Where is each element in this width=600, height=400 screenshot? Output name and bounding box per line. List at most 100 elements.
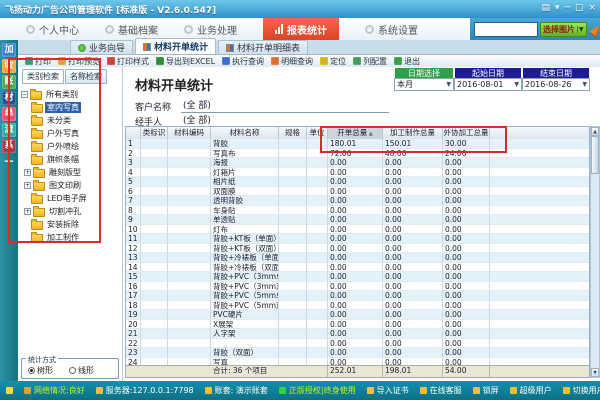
toolbar-button[interactable]: 打印预览	[58, 56, 100, 67]
table-row[interactable]: 13背胶+冷裱板（单面）0.000.000.00	[126, 253, 589, 263]
radio-icon[interactable]	[69, 367, 76, 374]
nav-item[interactable]: 业务处理	[184, 18, 237, 40]
table-row[interactable]: 12背胶+KT板（双面）0.000.000.00	[126, 244, 589, 254]
chevron-down-icon[interactable]: ▼	[514, 81, 519, 88]
minimize-icon[interactable]: ─	[565, 2, 570, 14]
table-header-cell[interactable]: 规格	[279, 127, 307, 139]
toolbar-button[interactable]: 打印	[25, 56, 51, 67]
skin-icon[interactable]: ▾	[555, 2, 560, 14]
tree-item[interactable]: LED电子屏	[21, 192, 120, 205]
rail-button[interactable]: 材	[2, 91, 16, 105]
tab[interactable]: 材料开单明细表	[218, 40, 308, 54]
tree-item[interactable]: +雕刻版型	[21, 166, 120, 179]
status-item[interactable]	[6, 387, 13, 394]
toolbar-button[interactable]: 列配置	[353, 56, 387, 67]
status-item[interactable]: 账套: 演示账套	[205, 385, 268, 396]
tree-item[interactable]: 户外写真	[21, 127, 120, 140]
table-header-cell[interactable]	[126, 127, 141, 139]
chevron-down-icon[interactable]: ▼	[582, 81, 587, 88]
scroll-down-icon[interactable]: ▼	[591, 368, 599, 377]
table-header-cell[interactable]: 单位	[307, 127, 328, 139]
status-item[interactable]: 锁屏	[473, 385, 499, 396]
chevron-down-icon[interactable]: ▼	[446, 81, 451, 88]
tree-item[interactable]: 安装拆除	[21, 218, 120, 231]
rail-button[interactable]: 流	[2, 123, 16, 137]
toolbar-button[interactable]: 导出到EXCEL	[156, 56, 215, 67]
date-value-select[interactable]: 2016-08-01▼	[454, 78, 522, 91]
date-value-select[interactable]: 2016-08-26▼	[522, 78, 590, 91]
table-header-cell[interactable]: 材料编码	[168, 127, 211, 139]
search-tab[interactable]: 类别检索	[22, 69, 64, 84]
image-search-input[interactable]	[474, 22, 538, 37]
tree-item[interactable]: 旗帜条幅	[21, 153, 120, 166]
close-icon[interactable]: ×	[588, 2, 596, 14]
tab[interactable]: 材料开单统计	[135, 38, 216, 54]
table-row[interactable]: 7透明背胶0.000.000.00	[126, 196, 589, 206]
table-row[interactable]: 9单透贴0.000.000.00	[126, 215, 589, 225]
maximize-icon[interactable]: □	[575, 2, 584, 14]
status-item[interactable]: 正版授权|终身使用	[279, 385, 356, 396]
table-row[interactable]: 3海报0.000.000.00	[126, 158, 589, 168]
table-row[interactable]: 5相片纸0.000.000.00	[126, 177, 589, 187]
table-row[interactable]: 21人字架0.000.000.00	[126, 329, 589, 339]
table-row[interactable]: 23背胶（双面）0.000.000.00	[126, 348, 589, 358]
table-row[interactable]: 6双面膜0.000.000.00	[126, 187, 589, 197]
tree-item[interactable]: 室内写真	[21, 101, 120, 114]
search-tab[interactable]: 名称检索	[65, 69, 107, 84]
status-item[interactable]: 在线客服	[420, 385, 462, 396]
tree-item[interactable]: 未分类	[21, 114, 120, 127]
nav-item[interactable]: 基础档案	[105, 18, 158, 40]
table-row[interactable]: 8车身贴0.000.000.00	[126, 206, 589, 216]
table-row[interactable]: 17背胶+PVC（5mm单0.000.000.00	[126, 291, 589, 301]
nav-item[interactable]: 系统设置	[365, 18, 418, 40]
toolbar-button[interactable]: 执行查询	[222, 56, 264, 67]
select-image-dropdown-icon[interactable]: ▼	[577, 26, 584, 33]
table-header-cell[interactable]: 材料名称	[211, 127, 279, 139]
stat-mode-radio[interactable]: 树形	[28, 365, 53, 376]
toolbar-button[interactable]: 定位	[320, 56, 346, 67]
status-item[interactable]: 导入证书	[367, 385, 409, 396]
scroll-up-icon[interactable]: ▲	[591, 127, 599, 136]
table-row[interactable]: 220.000.000.00	[126, 339, 589, 349]
table-row[interactable]: 18背胶+PVC（5mm双0.000.000.00	[126, 301, 589, 311]
table-header-cell[interactable]: 类标识	[141, 127, 168, 139]
nav-item[interactable]: 报表统计	[263, 18, 339, 40]
rail-button[interactable]: 账	[2, 75, 16, 89]
expander-icon[interactable]: +	[24, 169, 31, 176]
stat-mode-radio[interactable]: 线形	[69, 365, 94, 376]
table-header-cell[interactable]: 加工制作总量	[383, 127, 443, 139]
toolbar-button[interactable]: 明细查询	[271, 56, 313, 67]
expander-icon[interactable]: −	[21, 91, 28, 98]
tree-item[interactable]: 加工制作	[21, 231, 120, 244]
document-icon[interactable]: ▤	[541, 2, 550, 14]
table-row[interactable]: 11背胶+KT板（单面）0.000.000.00	[126, 234, 589, 244]
expander-icon[interactable]: +	[24, 182, 31, 189]
nav-item[interactable]: 个人中心	[26, 18, 79, 40]
date-value-select[interactable]: 本月▼	[394, 78, 454, 91]
tree-root[interactable]: −所有类别	[21, 88, 120, 101]
table-row[interactable]: 14背胶+冷裱板（双面）0.000.000.00	[126, 263, 589, 273]
tab[interactable]: 业务向导	[70, 40, 133, 54]
rail-button[interactable]: 单	[2, 107, 16, 121]
tree-item[interactable]: +切割冲孔	[21, 205, 120, 218]
rail-button[interactable]: ＋	[2, 155, 16, 169]
expander-icon[interactable]: +	[24, 208, 31, 215]
rail-button[interactable]: 加	[2, 43, 16, 57]
scrollbar-thumb[interactable]	[591, 136, 599, 174]
status-item[interactable]: 切换用户	[563, 385, 600, 396]
toolbar-button[interactable]: 打印样式	[107, 56, 149, 67]
status-item[interactable]: 超级用户	[510, 385, 552, 396]
status-item[interactable]: 服务器:127.0.0.1:7798	[96, 385, 194, 396]
vertical-scrollbar[interactable]: ▲ ▼	[590, 126, 600, 378]
status-item[interactable]: 网络情况:良好	[24, 385, 85, 396]
table-row[interactable]: 2写真布72.0048.0024.00	[126, 149, 589, 159]
radio-icon[interactable]	[28, 367, 35, 374]
table-header-cell[interactable]: 外协加工总量	[443, 127, 490, 139]
table-row[interactable]: 16背胶+PVC（3mm双0.000.000.00	[126, 282, 589, 292]
toolbar-button[interactable]: 退出	[394, 56, 420, 67]
customer-filter-value[interactable]: (全 部)	[181, 98, 389, 113]
tree-item[interactable]: 户外喷绘	[21, 140, 120, 153]
table-row[interactable]: 20X展架0.000.000.00	[126, 320, 589, 330]
table-row[interactable]: 15背胶+PVC（3mm单0.000.000.00	[126, 272, 589, 282]
table-row[interactable]: 10灯布0.000.000.00	[126, 225, 589, 235]
